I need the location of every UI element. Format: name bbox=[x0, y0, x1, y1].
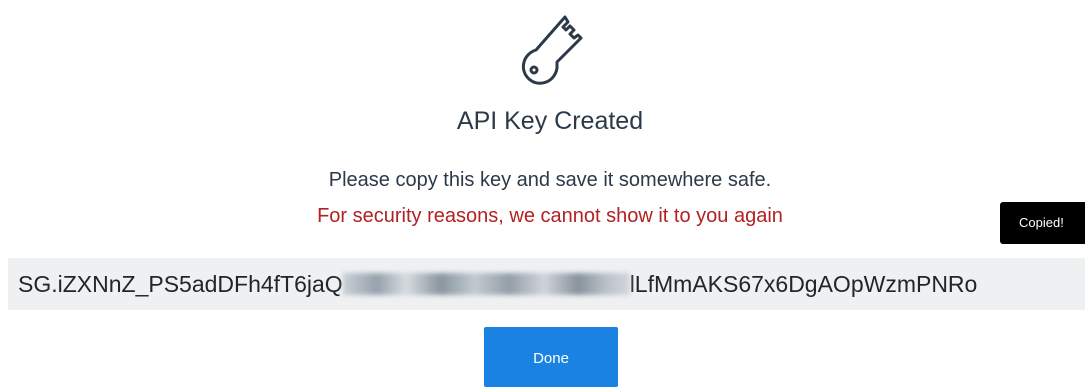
api-key-value[interactable]: SG.iZXNnZ_PS5adDFh4fT6jaQ lLfMmAKS67x6DgA… bbox=[18, 258, 977, 310]
done-button[interactable]: Done bbox=[484, 327, 618, 387]
api-key-field[interactable]: SG.iZXNnZ_PS5adDFh4fT6jaQ lLfMmAKS67x6DgA… bbox=[8, 258, 1085, 310]
instruction-text: Please copy this key and save it somewhe… bbox=[328, 169, 772, 191]
key-icon bbox=[521, 15, 583, 85]
dialog-title: API Key Created bbox=[456, 107, 644, 135]
api-key-prefix: SG.iZXNnZ_PS5adDFh4fT6jaQ bbox=[18, 271, 343, 297]
security-warning-text: For security reasons, we cannot show it … bbox=[317, 205, 783, 227]
copied-tooltip: Copied! bbox=[1000, 202, 1085, 244]
api-key-suffix: lLfMmAKS67x6DgAOpWzmPNRo bbox=[629, 271, 978, 297]
redacted-key-segment bbox=[342, 273, 630, 295]
